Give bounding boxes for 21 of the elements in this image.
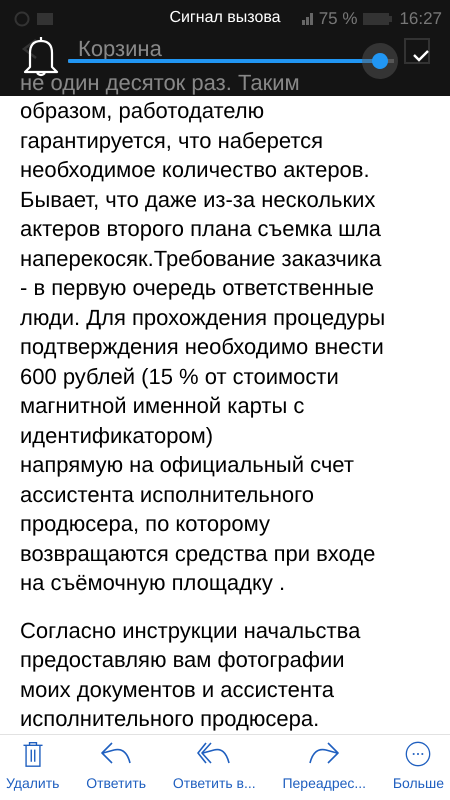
trash-icon xyxy=(20,741,45,767)
covered-text-line: не один десяток раз. Таким xyxy=(19,70,301,96)
checkbox-icon[interactable] xyxy=(404,38,430,64)
forward-button[interactable]: Переадрес... xyxy=(282,735,366,800)
battery-icon xyxy=(363,12,394,26)
check-icon[interactable] xyxy=(412,49,430,63)
more-icon xyxy=(403,741,434,767)
more-button[interactable]: Больше xyxy=(392,735,444,800)
battery-percent: 75 % xyxy=(318,9,358,29)
signal-icon xyxy=(302,13,313,25)
message-paragraph: Согласно инструкции начальства предоставляю вам фотографии моих документов и ассистента исполнительного продюсера. xyxy=(20,616,362,733)
header-title: Корзина xyxy=(78,38,162,60)
message-paragraph: образом, работодателю гарантируется, что наберется необходимое количество актеров. Бывает, что даже из-за нескольких актеров второго плана съемка шла наперекосяк.Требование заказчика - в первую очередь ответственные люди. Для прохождения процедуры подтверждения необходимо внести 600 рублей (15 % от стоимости магнитной именной карты с идентификатором) напрямую на официальный счет ассистента исполнительного продюсера, по которому возвращаются средства при входе на съёмочную площадку . xyxy=(20,97,386,597)
phone-icon xyxy=(14,11,30,27)
delete-button[interactable]: Удалить xyxy=(6,735,60,800)
reply-all-button[interactable]: Ответить в... xyxy=(172,735,256,800)
reply-button[interactable]: Ответить xyxy=(86,735,146,800)
image-icon xyxy=(36,12,54,26)
status-time: 16:27 xyxy=(399,9,442,29)
bell-icon xyxy=(22,35,60,77)
popup-title: Сигнал вызова xyxy=(169,9,281,28)
